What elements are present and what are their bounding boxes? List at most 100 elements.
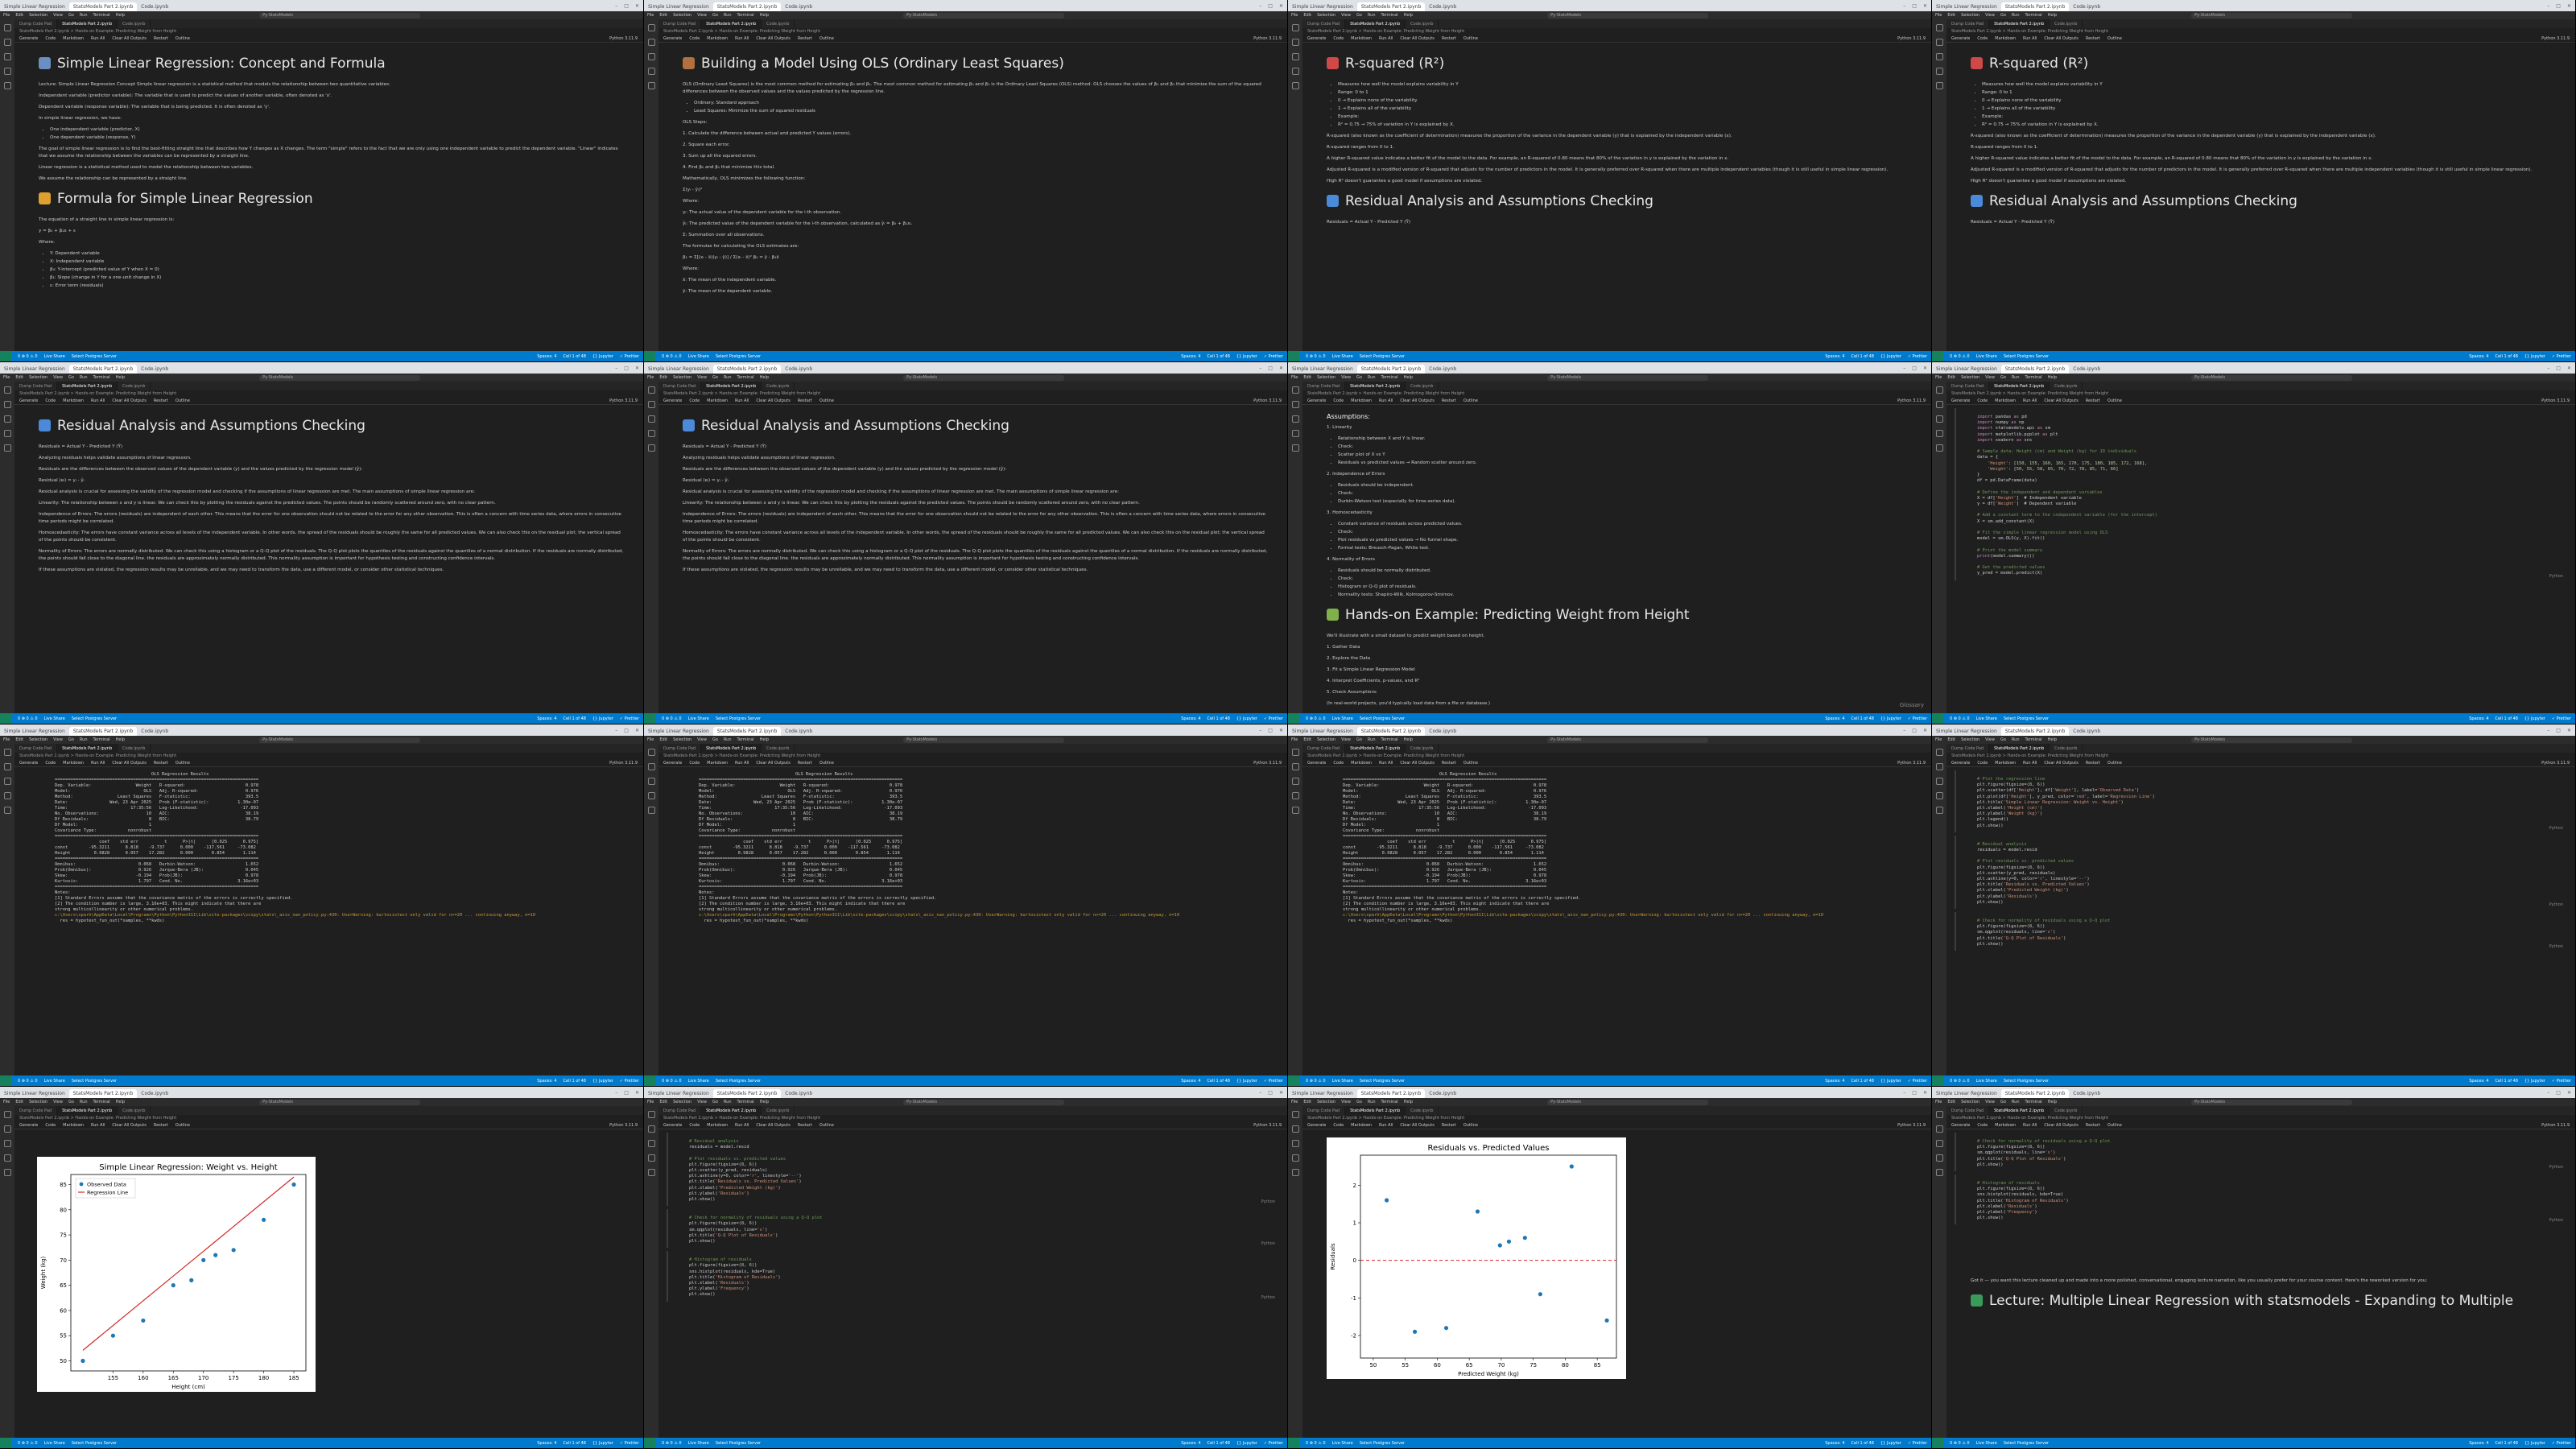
minimize-icon[interactable]: – <box>1903 728 1905 733</box>
minimize-icon[interactable]: – <box>1903 3 1905 9</box>
window-controls[interactable]: – □ ✕ <box>1903 365 1931 371</box>
menu-terminal[interactable]: Terminal <box>737 737 754 742</box>
menu-run[interactable]: Run <box>80 13 88 18</box>
extensions-icon[interactable] <box>3 1169 11 1176</box>
language-mode[interactable]: {} Jupyter <box>592 1441 613 1446</box>
run-all-button[interactable]: Run All <box>91 1123 105 1128</box>
editor-tab[interactable]: Dump Code Pad <box>658 382 702 390</box>
language-mode[interactable]: {} Jupyter <box>2524 354 2545 359</box>
menu-help[interactable]: Help <box>1404 737 1413 742</box>
cell-position[interactable]: Cell 1 of 48 <box>564 354 586 359</box>
browser-tab-active[interactable]: StatsModels Part 2.ipynb <box>1356 2 1426 11</box>
add-code-button[interactable]: Code <box>1977 36 1988 41</box>
menu-terminal[interactable]: Terminal <box>2025 737 2042 742</box>
remote-indicator[interactable] <box>1288 1438 1299 1448</box>
restart-button[interactable]: Restart <box>1442 1123 1456 1128</box>
problems-indicator[interactable]: 0 ⊗ 0 ⚠ 0 <box>1950 354 1970 359</box>
menu-run[interactable]: Run <box>724 13 732 18</box>
close-icon[interactable]: ✕ <box>2567 3 2571 9</box>
explorer-icon[interactable] <box>3 386 11 394</box>
menu-edit[interactable]: Edit <box>1947 737 1955 742</box>
close-icon[interactable]: ✕ <box>1923 1090 1927 1096</box>
editor-tab[interactable]: Code.ipynb <box>2050 19 2083 28</box>
remote-indicator[interactable] <box>0 1075 11 1086</box>
editor-tab[interactable]: Dump Code Pad <box>14 382 58 390</box>
command-center[interactable]: Py-StatsModels <box>903 1099 1065 1105</box>
minimize-icon[interactable]: – <box>615 3 617 9</box>
browser-tab[interactable]: Simple Linear Regression <box>644 365 713 374</box>
code-cell-qq-plot[interactable]: # Check for normality of residuals using… <box>1955 912 2568 952</box>
indentation-status[interactable]: Spaces: 4 <box>1825 716 1844 721</box>
editor-tab[interactable]: Dump Code Pad <box>1302 19 1346 28</box>
run-all-button[interactable]: Run All <box>2023 761 2037 766</box>
close-icon[interactable]: ✕ <box>1923 728 1927 733</box>
live-share-button[interactable]: Live Share <box>1976 354 1997 359</box>
clear-outputs-button[interactable]: Clear All Outputs <box>1400 36 1434 41</box>
window-controls[interactable]: – □ ✕ <box>1903 728 1931 733</box>
code-cell-residuals[interactable]: # Residual analysis residuals = model.res… <box>667 1133 1280 1207</box>
menu-terminal[interactable]: Terminal <box>2025 375 2042 380</box>
kernel-picker[interactable]: Python 3.11.9 <box>609 1123 643 1128</box>
editor-tab[interactable]: Code.ipynb <box>2050 1106 2083 1115</box>
outline-button[interactable]: Outline <box>819 398 834 403</box>
extensions-icon[interactable] <box>3 444 11 452</box>
kernel-picker[interactable]: Python 3.11.9 <box>609 36 643 41</box>
run-all-button[interactable]: Run All <box>91 761 105 766</box>
remote-indicator[interactable] <box>1932 713 1943 724</box>
restart-button[interactable]: Restart <box>2086 36 2100 41</box>
menu-go[interactable]: Go <box>1356 737 1362 742</box>
restart-button[interactable]: Restart <box>1442 36 1456 41</box>
menu-file[interactable]: File <box>647 1100 654 1104</box>
cell-position[interactable]: Cell 1 of 48 <box>564 1079 586 1084</box>
editor-tab-active[interactable]: StatsModels Part 2.ipynb <box>701 19 762 28</box>
menu-terminal[interactable]: Terminal <box>2025 1100 2042 1104</box>
command-center[interactable]: Py-StatsModels <box>259 374 421 381</box>
menu-file[interactable]: File <box>3 13 10 18</box>
menu-help[interactable]: Help <box>760 13 769 18</box>
run-all-button[interactable]: Run All <box>1379 36 1393 41</box>
menu-file[interactable]: File <box>1935 737 1942 742</box>
browser-tab[interactable]: Code.ipynb <box>137 365 172 374</box>
problems-indicator[interactable]: 0 ⊗ 0 ⚠ 0 <box>1950 1441 1970 1446</box>
menu-edit[interactable]: Edit <box>15 375 23 380</box>
menu-view[interactable]: View <box>1341 1100 1351 1104</box>
menu-view[interactable]: View <box>1341 737 1351 742</box>
explorer-icon[interactable] <box>1291 749 1299 756</box>
command-center[interactable]: Py-StatsModels <box>2191 12 2353 19</box>
breadcrumb[interactable]: StatsModels Part 2.ipynb > Hands-on Exam… <box>1946 390 2575 397</box>
menu-run[interactable]: Run <box>80 737 88 742</box>
menu-go[interactable]: Go <box>712 375 718 380</box>
indentation-status[interactable]: Spaces: 4 <box>1181 1079 1200 1084</box>
postgres-server[interactable]: Select Postgres Server <box>716 354 761 359</box>
menu-go[interactable]: Go <box>712 1100 718 1104</box>
generate-button[interactable]: Generate <box>1951 1123 1970 1128</box>
language-mode[interactable]: {} Jupyter <box>2524 716 2545 721</box>
prettier-status[interactable]: ✓ Prettier <box>1908 354 1927 359</box>
run-debug-icon[interactable] <box>1935 1154 1943 1162</box>
menu-file[interactable]: File <box>1291 737 1298 742</box>
markdown-cell[interactable]: Simple Linear Regression: Concept and Fo… <box>14 43 643 290</box>
code-editor[interactable]: # Check for normality of residuals using… <box>668 1212 1280 1245</box>
command-center[interactable]: Py-StatsModels <box>2191 737 2353 743</box>
browser-tab[interactable]: Code.ipynb <box>781 2 816 11</box>
cell-language-label[interactable]: Python <box>2549 1165 2563 1170</box>
run-debug-icon[interactable] <box>647 430 655 437</box>
run-all-button[interactable]: Run All <box>735 36 749 41</box>
search-icon[interactable] <box>1291 763 1299 770</box>
remote-indicator[interactable] <box>0 1438 11 1448</box>
menu-view[interactable]: View <box>697 13 707 18</box>
problems-indicator[interactable]: 0 ⊗ 0 ⚠ 0 <box>18 354 38 359</box>
code-cell-regression-plot[interactable]: # Plot the regression line plt.figure(fig… <box>1955 770 2568 832</box>
minimize-icon[interactable]: – <box>1259 728 1261 733</box>
menu-file[interactable]: File <box>3 375 10 380</box>
window-controls[interactable]: – □ ✕ <box>615 728 643 733</box>
maximize-icon[interactable]: □ <box>624 3 629 9</box>
outline-button[interactable]: Outline <box>819 1123 834 1128</box>
browser-tab[interactable]: Code.ipynb <box>1425 365 1460 374</box>
browser-tab[interactable]: Code.ipynb <box>781 365 816 374</box>
outline-button[interactable]: Outline <box>1463 761 1478 766</box>
browser-tab-active[interactable]: StatsModels Part 2.ipynb <box>712 727 782 736</box>
editor-tab[interactable]: Code.ipynb <box>2050 744 2083 753</box>
browser-tab[interactable]: Code.ipynb <box>781 1089 816 1098</box>
add-markdown-button[interactable]: Markdown <box>1351 398 1372 403</box>
